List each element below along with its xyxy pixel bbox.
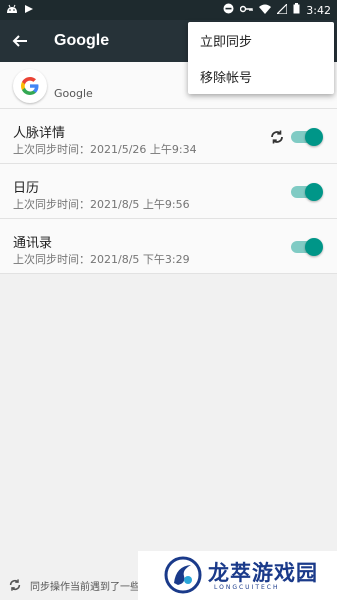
sync-item-contacts-details[interactable]: 人脉详情 上次同步时间：2021/5/26 上午9:34: [0, 109, 337, 164]
do-not-disturb-icon: [223, 3, 234, 17]
android-icon: [6, 4, 18, 17]
vpn-key-icon: [240, 5, 253, 16]
sync-item-last-sync: 上次同步时间：2021/8/5 上午9:56: [13, 198, 190, 211]
sync-status-text: 同步操作当前遇到了一些问题: [30, 582, 140, 593]
menu-item-sync-now[interactable]: 立即同步: [188, 22, 334, 58]
sync-status-footer: 同步操作当前遇到了一些问题: [0, 570, 150, 600]
signal-icon: [275, 2, 288, 17]
status-bar: 3:42: [0, 0, 337, 20]
google-logo-icon: [13, 69, 47, 103]
sync-item-title: 日历: [13, 181, 40, 196]
sync-icon: [271, 130, 283, 144]
sync-item-title: 通讯录: [13, 236, 53, 251]
sync-item-title: 人脉详情: [13, 126, 66, 141]
sync-toggle[interactable]: [287, 128, 323, 146]
sync-problem-icon: [9, 579, 21, 591]
watermark: 龙萃游戏园 LONGCUITECH: [138, 551, 337, 600]
sync-item-last-sync: 上次同步时间：2021/8/5 下午3:29: [13, 253, 190, 266]
wifi-icon: [259, 4, 272, 17]
overflow-menu: 立即同步 移除帐号: [188, 22, 334, 94]
menu-item-remove-account[interactable]: 移除帐号: [188, 58, 334, 94]
battery-icon: [293, 3, 300, 17]
play-store-icon: [24, 4, 34, 17]
watermark-title: 龙萃游戏园: [208, 561, 318, 585]
arrow-back-icon: [12, 35, 27, 47]
sync-toggle[interactable]: [287, 183, 323, 201]
sync-item-calendar[interactable]: 日历 上次同步时间：2021/8/5 上午9:56: [0, 164, 337, 219]
clock: 3:42: [306, 3, 331, 17]
watermark-subtitle: LONGCUITECH: [214, 584, 280, 591]
brand-logo-icon: [164, 556, 202, 594]
sync-item-contacts[interactable]: 通讯录 上次同步时间：2021/8/5 下午3:29: [0, 219, 337, 274]
account-name: Google: [54, 87, 93, 100]
back-button[interactable]: [0, 20, 40, 62]
sync-item-last-sync: 上次同步时间：2021/5/26 上午9:34: [13, 143, 197, 156]
sync-toggle[interactable]: [287, 238, 323, 256]
page-title: Google: [54, 32, 110, 49]
